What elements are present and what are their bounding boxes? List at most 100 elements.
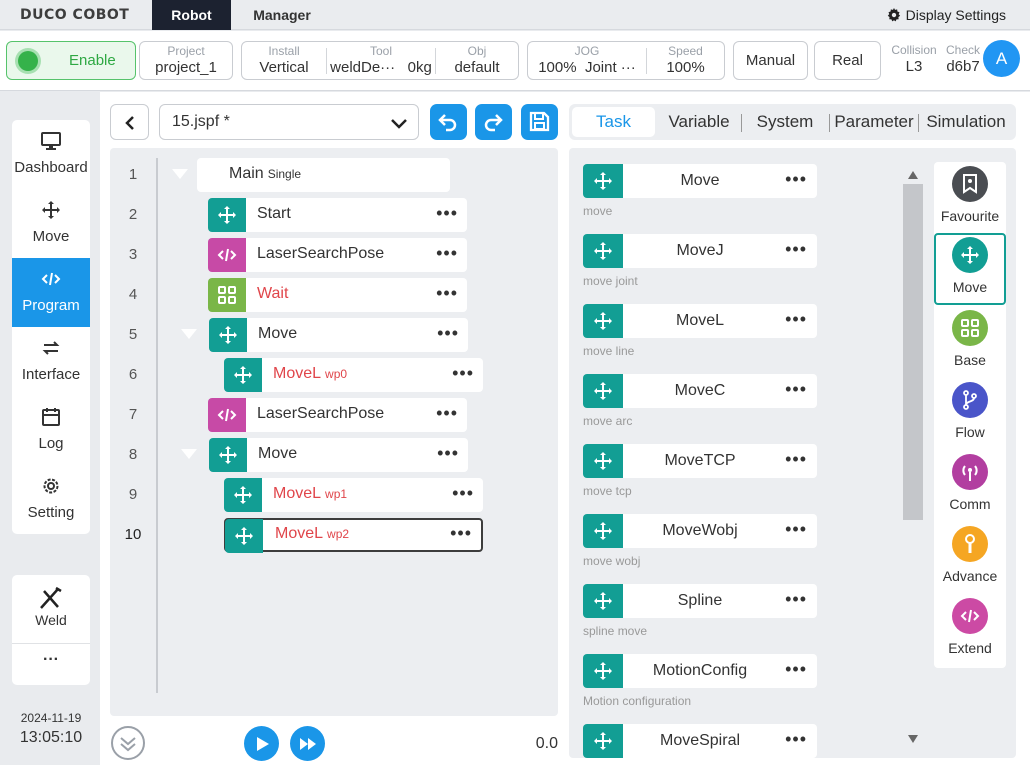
- node-more-button[interactable]: •••: [436, 243, 458, 264]
- node-more-button[interactable]: •••: [436, 283, 458, 304]
- gear-icon: [887, 8, 900, 22]
- check-status[interactable]: Check d6b7: [940, 41, 986, 78]
- sidebar-item-setting[interactable]: Setting: [12, 465, 90, 534]
- command-item[interactable]: MoveL ••• move line: [583, 304, 817, 358]
- wait-node[interactable]: Wait •••: [208, 278, 467, 312]
- command-more-button[interactable]: •••: [785, 379, 807, 400]
- laser-search-node[interactable]: LaserSearchPose •••: [208, 238, 467, 272]
- scroll-down-icon[interactable]: [110, 725, 146, 761]
- sidebar-item-program[interactable]: Program: [12, 258, 90, 327]
- command-desc: move joint: [583, 274, 638, 288]
- command-item[interactable]: Spline ••• spline move: [583, 584, 817, 638]
- tool-label: Tool: [369, 44, 392, 58]
- save-button[interactable]: [521, 104, 558, 140]
- command-item[interactable]: MoveWobj ••• move wobj: [583, 514, 817, 568]
- enable-button[interactable]: Enable: [6, 41, 136, 80]
- node-more-button[interactable]: •••: [452, 483, 474, 504]
- node-name: Move: [258, 325, 298, 342]
- collapse-triangle-icon[interactable]: [181, 329, 197, 339]
- more-button[interactable]: ···: [12, 651, 90, 669]
- command-more-button[interactable]: •••: [785, 659, 807, 680]
- movel-node[interactable]: MoveL wp1 •••: [224, 478, 483, 512]
- node-name: Wait: [257, 285, 289, 302]
- collapse-triangle-icon[interactable]: [181, 449, 197, 459]
- command-more-button[interactable]: •••: [785, 449, 807, 470]
- start-node[interactable]: Start •••: [208, 198, 467, 232]
- command-more-button[interactable]: •••: [785, 519, 807, 540]
- category-move[interactable]: Move: [934, 233, 1006, 305]
- program-line: 4 Wait •••: [110, 275, 558, 315]
- category-flow[interactable]: Flow: [934, 378, 1006, 450]
- sidebar-item-interface[interactable]: Interface: [12, 327, 90, 396]
- laser-search-node[interactable]: LaserSearchPose •••: [208, 398, 467, 432]
- program-line: 2 Start •••: [110, 195, 558, 235]
- node-more-button[interactable]: •••: [436, 403, 458, 424]
- command-more-button[interactable]: •••: [785, 239, 807, 260]
- node-more-button[interactable]: •••: [450, 523, 472, 544]
- category-label: Advance: [942, 568, 998, 584]
- node-suffix: wp0: [325, 367, 348, 381]
- tab-robot[interactable]: Robot: [152, 0, 231, 30]
- category-extend[interactable]: Extend: [934, 594, 1006, 666]
- scrollbar[interactable]: [903, 170, 923, 743]
- undo-button[interactable]: [430, 104, 467, 140]
- project-box[interactable]: Project project_1: [139, 41, 233, 80]
- movel-node[interactable]: MoveL wp0 •••: [224, 358, 483, 392]
- sidebar-item-move[interactable]: Move: [12, 189, 90, 258]
- tab-simulation[interactable]: Simulation: [919, 104, 1013, 140]
- tab-parameter[interactable]: Parameter: [830, 104, 918, 140]
- play-button[interactable]: [244, 726, 279, 761]
- node-more-button[interactable]: •••: [437, 323, 459, 344]
- command-item[interactable]: MoveC ••• move arc: [583, 374, 817, 428]
- command-item[interactable]: MoveTCP ••• move tcp: [583, 444, 817, 498]
- back-button[interactable]: [110, 104, 149, 140]
- sidebar-item-dashboard[interactable]: Dashboard: [12, 120, 90, 189]
- category-favourite[interactable]: Favourite: [934, 162, 1006, 234]
- node-more-button[interactable]: •••: [452, 363, 474, 384]
- tab-system[interactable]: System: [742, 104, 828, 140]
- category-comm[interactable]: Comm: [934, 450, 1006, 522]
- move-node[interactable]: Move •••: [209, 318, 468, 352]
- scroll-up-icon[interactable]: [907, 170, 919, 180]
- command-desc: move wobj: [583, 554, 641, 568]
- command-name: MoveWobj: [662, 522, 738, 539]
- speed-value: 100%: [666, 59, 705, 76]
- command-item[interactable]: MoveSpiral •••: [583, 724, 817, 758]
- command-desc: move arc: [583, 414, 633, 428]
- movel-node-selected[interactable]: MoveL wp2 •••: [224, 518, 483, 553]
- collapse-triangle-icon[interactable]: [172, 169, 188, 179]
- command-more-button[interactable]: •••: [785, 169, 807, 190]
- scroll-down-icon[interactable]: [907, 734, 919, 744]
- tab-task[interactable]: Task: [572, 107, 655, 137]
- manual-button[interactable]: Manual: [733, 41, 808, 80]
- node-more-button[interactable]: •••: [436, 203, 458, 224]
- avatar[interactable]: A: [983, 40, 1020, 77]
- node-name: Main: [229, 165, 264, 182]
- category-base[interactable]: Base: [934, 306, 1006, 378]
- enable-label: Enable: [69, 52, 116, 69]
- file-select[interactable]: 15.jspf *: [159, 104, 419, 140]
- category-advance[interactable]: Advance: [934, 522, 1006, 594]
- install-tool-obj-box[interactable]: Install Vertical Tool weldDe··· 0kg Obj def…: [241, 41, 519, 80]
- command-item[interactable]: Move ••• move: [583, 164, 817, 218]
- scrollbar-thumb[interactable]: [903, 184, 923, 520]
- move-arrows-icon: [952, 237, 988, 273]
- tab-variable[interactable]: Variable: [657, 104, 741, 140]
- command-more-button[interactable]: •••: [785, 309, 807, 330]
- command-item[interactable]: MotionConfig ••• Motion configuration: [583, 654, 817, 708]
- collision-status[interactable]: Collision L3: [885, 41, 943, 78]
- weld-button[interactable]: Weld: [12, 575, 90, 635]
- display-settings-button[interactable]: Display Settings: [887, 7, 1006, 23]
- command-item[interactable]: MoveJ ••• move joint: [583, 234, 817, 288]
- main-node[interactable]: Main Single: [197, 158, 450, 192]
- node-more-button[interactable]: •••: [437, 443, 459, 464]
- jog-speed-box[interactable]: JOG 100% Joint ··· Speed 100%: [527, 41, 725, 80]
- command-more-button[interactable]: •••: [785, 589, 807, 610]
- real-button[interactable]: Real: [814, 41, 881, 80]
- command-more-button[interactable]: •••: [785, 729, 807, 750]
- sidebar-item-log[interactable]: Log: [12, 396, 90, 465]
- move-node[interactable]: Move •••: [209, 438, 468, 472]
- step-forward-button[interactable]: [290, 726, 325, 761]
- redo-button[interactable]: [475, 104, 512, 140]
- tab-manager[interactable]: Manager: [231, 0, 333, 30]
